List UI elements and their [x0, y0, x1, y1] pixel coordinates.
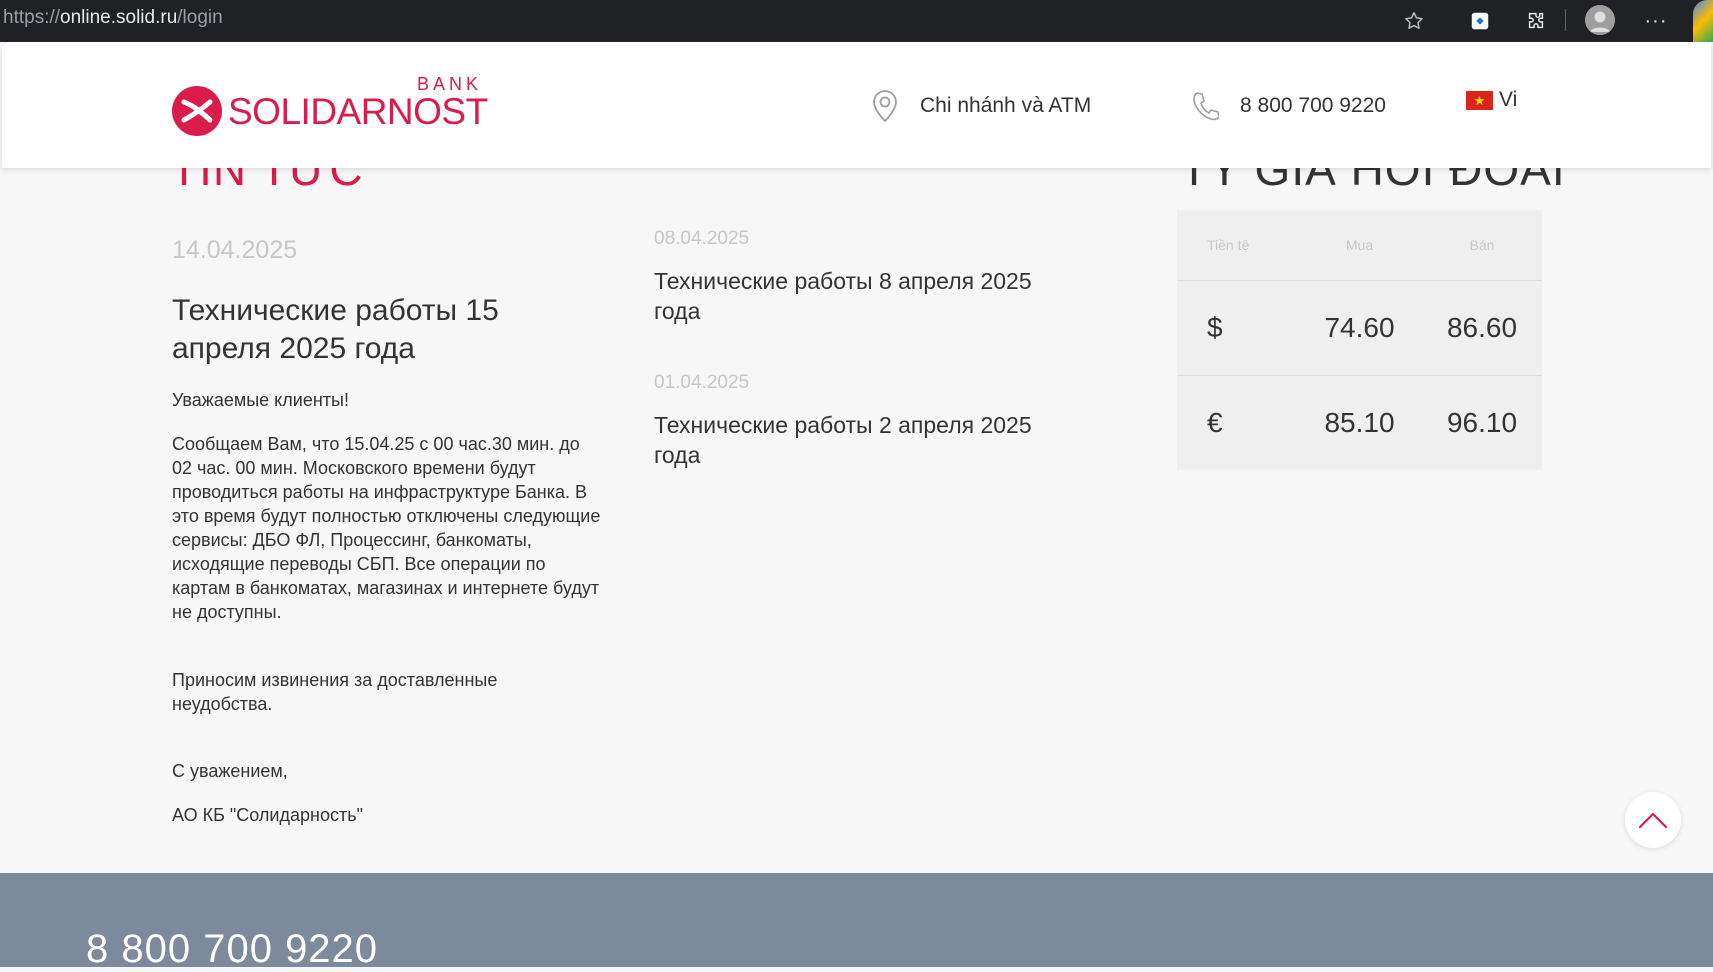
- buy-rate: 74.60: [1324, 312, 1395, 343]
- rates-header-row: Tiền tệ Mua Bán: [1177, 210, 1542, 281]
- news-signoff: С уважением,: [172, 761, 288, 781]
- map-pin-icon: [870, 88, 900, 124]
- toolbar-divider: [1565, 9, 1566, 31]
- site-footer: 8 800 700 9220: [0, 873, 1713, 971]
- currency-symbol: $: [1207, 312, 1223, 343]
- phone-icon: [1190, 88, 1220, 124]
- footer-phone-number[interactable]: 8 800 700 9220: [86, 927, 378, 972]
- profile-avatar-icon[interactable]: [1585, 5, 1615, 35]
- browser-toolbar: https://online.solid.ru/login ···: [0, 0, 1713, 42]
- browser-menu-icon[interactable]: ···: [1642, 7, 1670, 35]
- currency-symbol: €: [1207, 407, 1223, 438]
- rates-header-buy: Mua: [1345, 237, 1374, 253]
- language-label: Vi: [1499, 88, 1518, 111]
- news-greeting: Уважаемые клиенты!: [172, 390, 349, 410]
- logo-name-text: SOLIDARNOST: [228, 91, 488, 132]
- news-item-headline[interactable]: Технические работы 2 апреля 2025 года: [654, 410, 1074, 470]
- news-item-date: 01.04.2025: [654, 372, 750, 393]
- extension-icon[interactable]: [1466, 7, 1494, 35]
- news-item-headline[interactable]: Технические работы 8 апреля 2025 года: [654, 266, 1074, 326]
- chevron-up-icon: [1638, 812, 1668, 829]
- news-date: 14.04.2025: [172, 236, 298, 264]
- scroll-to-top-button[interactable]: [1625, 792, 1681, 848]
- rates-header-sell: Bán: [1469, 237, 1495, 253]
- sell-rate: 86.60: [1446, 312, 1518, 343]
- table-row: € 85.10 96.10: [1177, 376, 1542, 470]
- branches-atm-link[interactable]: Chi nhánh và ATM: [870, 88, 1091, 124]
- address-bar[interactable]: https://online.solid.ru/login: [3, 7, 223, 29]
- header-phone-link[interactable]: 8 800 700 9220: [1190, 88, 1386, 124]
- logo[interactable]: BANK SOLIDARNOST: [172, 74, 492, 136]
- url-host: online.solid.ru: [60, 7, 178, 28]
- exchange-rates-table: Tiền tệ Mua Bán $ 74.60 86.60 € 85.10 96…: [1177, 210, 1542, 470]
- url-path: /login: [177, 7, 223, 28]
- buy-rate: 85.10: [1324, 407, 1395, 438]
- news-headline[interactable]: Технические работы 15 апреля 2025 года: [172, 292, 592, 368]
- sell-rate: 96.10: [1446, 407, 1518, 438]
- site-header: BANK SOLIDARNOST Chi nhánh và ATM 8 800 …: [2, 42, 1711, 168]
- logo-mark-icon: [172, 86, 222, 136]
- language-switcher[interactable]: ★ Vi: [1466, 88, 1517, 112]
- news-signature: АО КБ "Солидарность": [172, 805, 363, 825]
- browser-sidebar-icon[interactable]: [1693, 0, 1713, 42]
- news-item-date: 08.04.2025: [654, 228, 750, 249]
- extensions-puzzle-icon[interactable]: [1522, 7, 1550, 35]
- header-phone-number: 8 800 700 9220: [1240, 94, 1386, 117]
- table-row: $ 74.60 86.60: [1177, 281, 1542, 376]
- news-body: Сообщаем Вам, что 15.04.25 с 00 час.30 м…: [172, 434, 601, 622]
- news-apology: Приносим извинения за доставленные неудо…: [172, 670, 498, 714]
- branches-atm-label: Chi nhánh và ATM: [920, 94, 1092, 117]
- url-scheme: https://: [3, 7, 61, 28]
- rates-header-currency: Tiền tệ: [1207, 237, 1250, 253]
- vietnam-flag-icon: ★: [1466, 90, 1493, 110]
- bookmark-star-icon[interactable]: [1400, 7, 1428, 35]
